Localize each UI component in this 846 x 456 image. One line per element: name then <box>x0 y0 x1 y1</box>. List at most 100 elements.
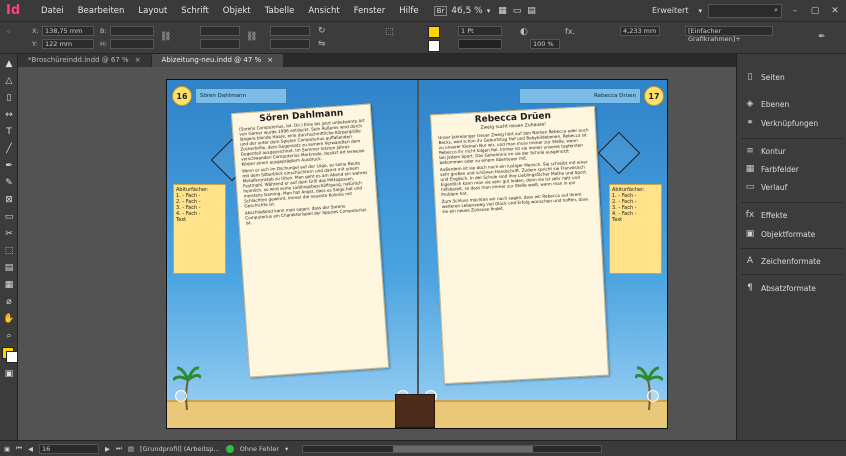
view-toggle-icon[interactable]: ▣ <box>4 445 10 453</box>
y-field[interactable]: 122 mm <box>42 39 94 49</box>
chevron-down-icon[interactable]: ▾ <box>698 7 702 15</box>
eyedropper-icon[interactable]: ⌀ <box>2 295 16 309</box>
pen-icon[interactable]: ✒ <box>818 32 826 42</box>
panel-absatzformate[interactable]: ¶ Absatzformate <box>745 283 816 293</box>
preview-mode-icon[interactable]: ▣ <box>2 367 16 381</box>
subjects-box-right[interactable]: Abiturfächer: 1. - Fach - 2. - Fach - 3.… <box>609 184 662 274</box>
width-field[interactable] <box>110 26 154 36</box>
chevron-down-icon[interactable]: ▾ <box>487 7 491 15</box>
constrain-icon[interactable]: ⛓ <box>246 32 257 42</box>
menu-hilfe[interactable]: Hilfe <box>392 6 425 16</box>
close-button[interactable]: ✕ <box>828 4 842 18</box>
transform-icon[interactable]: ⬚ <box>2 244 16 258</box>
gradient-icon[interactable]: ▤ <box>2 261 16 275</box>
article-left[interactable]: Sören Dahlmann (Soreno Computerius, lat.… <box>230 103 390 378</box>
rotate-cw-icon[interactable]: ↻ <box>318 26 326 36</box>
preflight-profile[interactable]: [Grundprofil] (Arbeitsp... <box>140 445 220 453</box>
last-page-icon[interactable]: ⏭ <box>116 444 122 453</box>
page-tool-icon[interactable]: ▯ <box>2 91 16 105</box>
left-page[interactable]: 16 Sören Dahlmann Abiturfächer: 1. - Fac… <box>167 80 417 428</box>
select-container-icon[interactable]: ⬚ <box>385 27 394 37</box>
zoom-icon[interactable]: ⌕ <box>2 329 16 343</box>
hand-icon[interactable]: ✋ <box>2 312 16 326</box>
arrange-documents-icon[interactable]: ▤ <box>527 6 536 16</box>
stroke-swatch[interactable] <box>428 40 440 52</box>
object-style-field[interactable]: [Einfacher Grafikrahmen]+ <box>685 26 773 43</box>
panel-effekte[interactable]: fx Effekte <box>745 210 788 220</box>
scale-y-field[interactable] <box>200 39 240 49</box>
preflight-status[interactable]: Ohne Fehler <box>240 445 279 453</box>
panel-ebenen[interactable]: ◈ Ebenen <box>745 99 790 109</box>
corner-size-field[interactable]: 4,233 mm <box>620 26 660 36</box>
menu-layout[interactable]: Layout <box>131 6 174 16</box>
horizontal-scrollbar[interactable] <box>302 444 603 453</box>
tab-broschuere[interactable]: *Broschüreindd.indd @ 67 % × <box>18 54 151 67</box>
menu-fenster[interactable]: Fenster <box>347 6 393 16</box>
arrow-icon[interactable]: ▲ <box>2 57 16 71</box>
link-icon[interactable]: ⛓ <box>160 32 171 42</box>
search-input[interactable]: ⌕ <box>708 3 782 18</box>
menu-datei[interactable]: Datei <box>34 6 71 16</box>
opacity-field[interactable]: 100 % <box>530 39 560 49</box>
tab-abizeitung[interactable]: Abizeitung-neu.indd @ 47 % × <box>151 54 284 67</box>
close-icon[interactable]: × <box>267 54 273 67</box>
prev-page-icon[interactable]: ◀ <box>28 445 33 453</box>
x-field[interactable]: 138,75 mm <box>42 26 94 36</box>
first-page-icon[interactable]: ⏮ <box>16 444 22 453</box>
pen-icon[interactable]: ✒ <box>2 159 16 173</box>
type-icon[interactable]: T <box>2 125 16 139</box>
page-field[interactable]: 16 <box>39 443 100 454</box>
gap-tool-icon[interactable]: ↔ <box>2 108 16 122</box>
menu-ansicht[interactable]: Ansicht <box>301 6 346 16</box>
direct-select-icon[interactable]: △ <box>2 74 16 88</box>
panel-farbfelder[interactable]: ▦ Farbfelder <box>745 164 799 174</box>
note-icon[interactable]: ▦ <box>2 278 16 292</box>
reference-point-icon[interactable]: ⁘ <box>6 28 11 36</box>
workspace-switcher[interactable]: Erweitert <box>652 6 689 15</box>
bridge-button[interactable]: Br <box>433 5 448 16</box>
photo-placeholder-right[interactable] <box>597 131 641 175</box>
pencil-icon[interactable]: ✎ <box>2 176 16 190</box>
panel-seiten[interactable]: ▯ Seiten <box>745 72 785 82</box>
open-page-icon[interactable]: ▤ <box>128 445 134 453</box>
panel-objektformate[interactable]: ▣ Objektformate <box>745 229 816 239</box>
panel-verlauf[interactable]: ▭ Verlauf <box>745 182 788 192</box>
stroke-weight-field[interactable]: 1 Pt <box>458 26 502 36</box>
chevron-down-icon[interactable]: ▾ <box>285 445 288 453</box>
minimize-button[interactable]: – <box>788 4 802 18</box>
view-options-icon[interactable]: ▦ <box>498 6 507 16</box>
rotate-field[interactable] <box>270 26 310 36</box>
rect-icon[interactable]: ▭ <box>2 210 16 224</box>
stroke-type-field[interactable] <box>458 39 502 49</box>
scale-x-field[interactable] <box>200 26 240 36</box>
document-canvas[interactable]: 16 Sören Dahlmann Abiturfächer: 1. - Fac… <box>18 67 736 440</box>
suitcase-image[interactable] <box>395 394 435 428</box>
next-page-icon[interactable]: ▶ <box>105 445 110 453</box>
scrollbar-thumb[interactable] <box>393 445 534 452</box>
menu-objekt[interactable]: Objekt <box>216 6 258 16</box>
right-page[interactable]: 17 Rebecca Drüen Abiturfächer: 1. - Fach… <box>419 80 667 428</box>
scissors-icon[interactable]: ✂ <box>2 227 16 241</box>
screen-mode-icon[interactable]: ▭ <box>513 6 522 16</box>
subjects-box-left[interactable]: Abiturfächer: 1. - Fach - 2. - Fach - 3.… <box>173 184 226 274</box>
article-right[interactable]: Rebecca Drüen Zweig sucht neuen Zuhause!… <box>430 105 609 385</box>
height-field[interactable] <box>110 39 154 49</box>
menu-bearbeiten[interactable]: Bearbeiten <box>71 6 132 16</box>
tools-panel: ▲ △ ▯ ↔ T ╱ ✒ ✎ ⊠ ▭ ✂ ⬚ ▤ ▦ ⌀ ✋ ⌕ ▣ <box>0 54 18 440</box>
flip-icon[interactable]: ⇋ <box>318 39 326 49</box>
panel-verknuepfungen[interactable]: ⚭ Verknüpfungen <box>745 118 818 128</box>
rect-frame-icon[interactable]: ⊠ <box>2 193 16 207</box>
maximize-button[interactable]: ▢ <box>808 4 822 18</box>
panel-kontur[interactable]: ≡ Kontur <box>745 146 785 156</box>
close-icon[interactable]: × <box>135 54 141 67</box>
shear-field[interactable] <box>270 39 310 49</box>
zoom-level[interactable]: 46,5 % <box>451 6 482 16</box>
panel-zeichenformate[interactable]: A Zeichenformate <box>745 256 821 266</box>
line-icon[interactable]: ╱ <box>2 142 16 156</box>
menu-tabelle[interactable]: Tabelle <box>258 6 302 16</box>
panels-dock: ▯ Seiten ◈ Ebenen ⚭ Verknüpfungen ≡ Kontur ▦… <box>736 54 846 440</box>
effects-icon[interactable]: fx. <box>565 27 575 36</box>
fill-swatch[interactable] <box>428 26 440 38</box>
fill-stroke-swatches[interactable] <box>2 347 18 363</box>
menu-schrift[interactable]: Schrift <box>174 6 216 16</box>
